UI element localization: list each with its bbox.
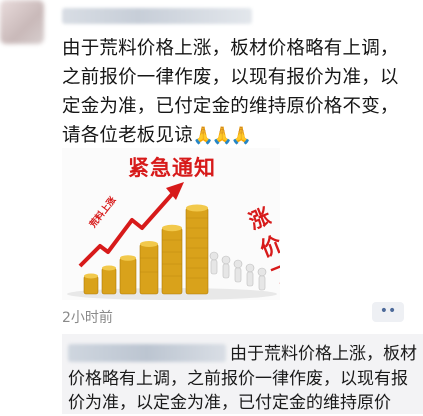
post-image[interactable]: 紧急通知 涨价了 荒料上涨 bbox=[62, 148, 280, 300]
praying-hands-icon: 🙏 bbox=[192, 126, 215, 146]
post-timestamp: 2小时前 bbox=[62, 310, 113, 326]
more-actions-button[interactable]: •• bbox=[372, 302, 404, 322]
author-name-blurred[interactable] bbox=[62, 8, 252, 24]
comment-area: 由于荒料价格上涨，板材价格略有上调，之前报价一律作废，以现有报价为准，以定金为准… bbox=[62, 334, 423, 414]
praying-hands-icon: 🙏 bbox=[230, 126, 253, 146]
author-avatar[interactable] bbox=[0, 0, 44, 44]
image-title: 紧急通知 bbox=[128, 156, 216, 180]
comment-text: 由于荒料价格上涨，板材价格略有上调，之前报价一律作废，以现有报价为准，以定金为准… bbox=[68, 344, 417, 413]
praying-hands-icon: 🙏 bbox=[211, 126, 234, 146]
post-text: 由于荒料价格上涨，板材价格略有上调，之前报价一律作废，以现有报价为准，以定金为准… bbox=[62, 34, 414, 151]
